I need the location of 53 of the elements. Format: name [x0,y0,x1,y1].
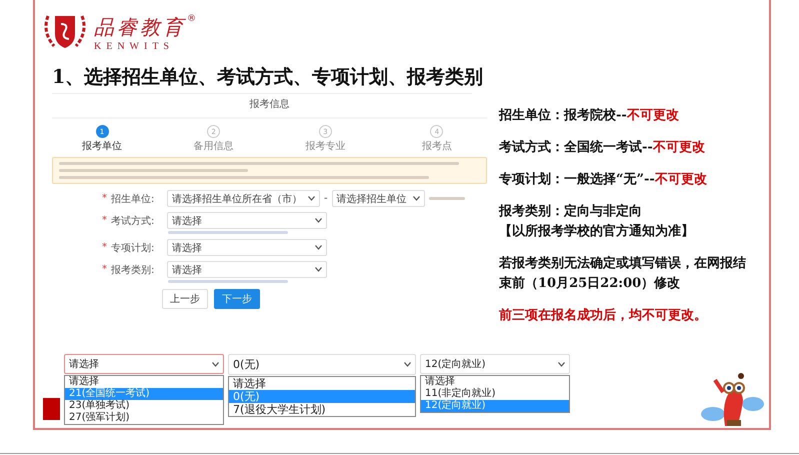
caret-icon [315,267,322,272]
required-mark: * [102,193,107,204]
caret-icon [558,362,565,366]
mascot-drawing [701,372,765,426]
required-mark: * [102,215,107,226]
note-text: 招生单位：报考院校--不可更改 [499,106,680,124]
dropdown-option[interactable]: 请选择 [229,377,415,390]
step-label: 报考专业 [305,140,346,153]
note-text: 前三项在报名成功后，均不可更改。 [499,306,708,324]
caret-icon [315,218,322,223]
caret-icon [315,245,322,250]
select-field[interactable]: 请选择招生单位 [332,190,425,207]
field-label: 考试方式: [111,214,156,228]
step-button[interactable]: 上一步 [162,289,208,309]
step-button[interactable]: 下一步 [214,289,260,309]
brand-name: 品睿教育 [94,14,186,41]
note-text: 考试方式：全国统一考试--不可更改 [499,138,706,156]
required-mark: * [102,264,107,275]
registered-mark: ® [187,14,196,24]
step-label: 报考单位 [82,140,122,153]
caret-icon [212,362,219,366]
note-text: 若报考类别无法确定或填写错误，在网报结 [499,254,746,272]
required-mark: * [102,242,107,253]
step-label: 报考点 [422,140,452,153]
dropdown-option[interactable]: 7(退役大学生计划) [229,403,415,416]
field-label: 专项计划: [111,242,156,254]
brand-latin-name: KENWITS [94,41,175,52]
dropdown-option[interactable]: 23(单独考试) [65,400,223,412]
note-text: 报考类别：定向与非定向 [499,202,643,220]
dropdown-option[interactable]: 11(非定向就业) [421,388,569,400]
select-field[interactable]: 12(定向就业) [420,354,570,374]
note-text: 专项计划：一般选择“无”--不可更改 [499,171,708,188]
select-field[interactable]: 请选择 [167,261,327,278]
field-label: 招生单位: [111,192,156,206]
caret-icon [308,196,315,201]
select-field[interactable]: 请选择 [167,239,327,256]
marker-block [43,398,60,420]
field-label: 报考类别: [111,264,156,276]
dropdown-option[interactable]: 请选择 [421,376,569,388]
form-title: 报考信息 [52,94,487,119]
select-field[interactable]: 请选择招生单位所在省（市） [167,190,320,207]
dropdown-option[interactable]: 27(强军计划) [65,412,223,424]
caret-icon [404,362,411,367]
slide-heading: 1、选择招生单位、考试方式、专项计划、报考类别 [52,65,484,90]
dropdown-option[interactable]: 请选择 [65,376,223,388]
select-field[interactable]: 请选择 [167,212,327,229]
caret-icon [412,196,420,201]
separator: - [324,193,328,204]
select-field[interactable]: 请选择 [64,354,224,374]
note-text: 束前（10月25日22:00）修改 [499,275,682,292]
step-label: 备用信息 [194,140,234,153]
note-text: 【以所报考学校的官方通知为准】 [499,222,695,240]
select-field[interactable]: 0(无) [228,354,416,375]
